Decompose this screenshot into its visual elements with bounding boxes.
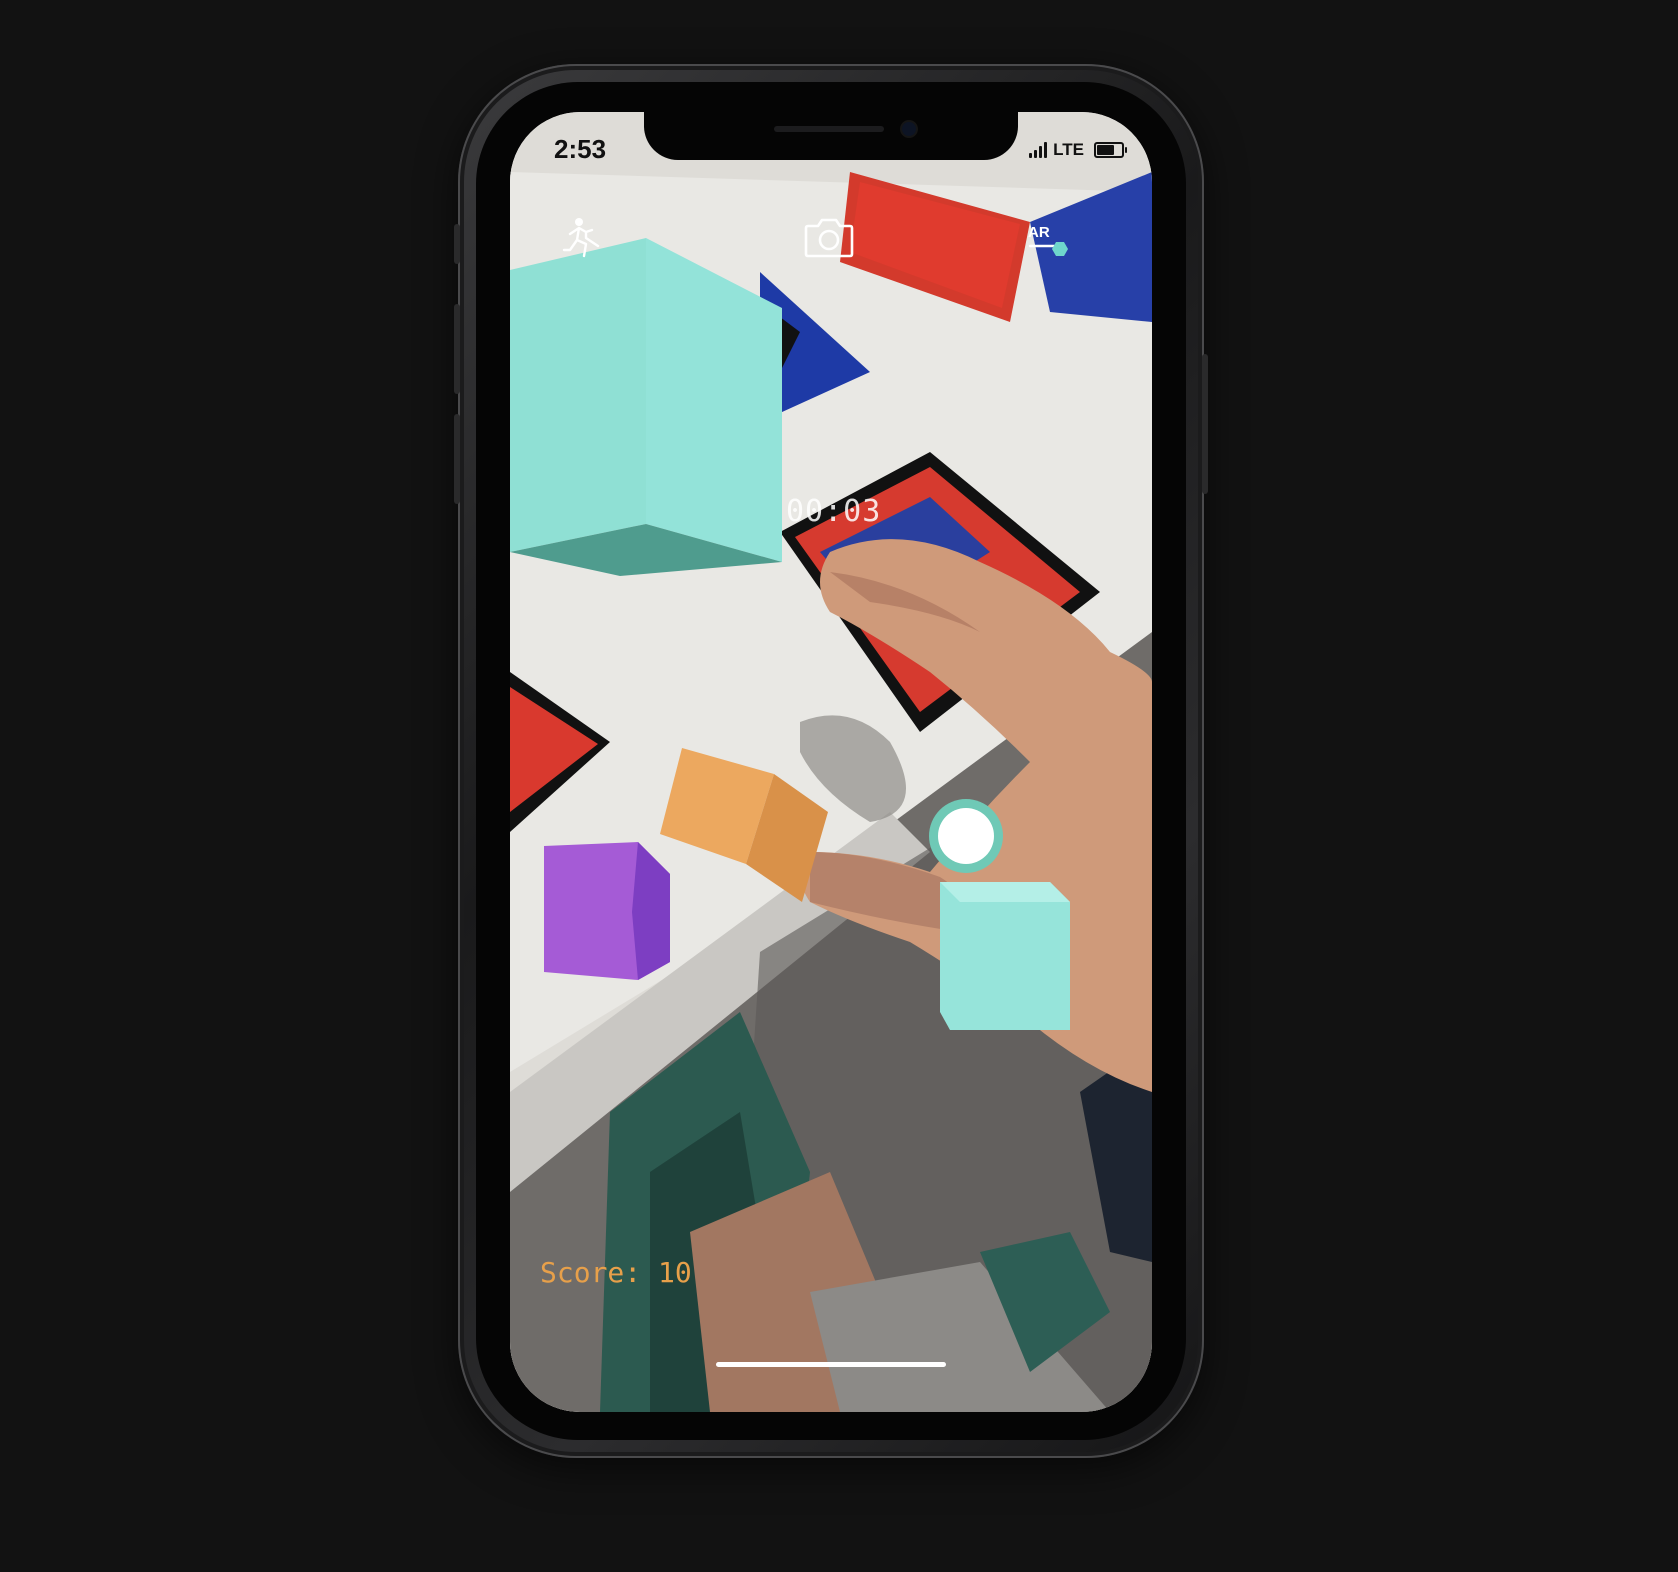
cube-teal-large[interactable] <box>510 238 782 576</box>
status-time: 2:53 <box>554 134 607 164</box>
notch <box>644 112 1018 160</box>
mute-switch <box>454 224 460 264</box>
phone-screen[interactable]: 2:53 LTE AR 00:03 Score: 10 <box>510 112 1152 1412</box>
battery-icon <box>1094 142 1127 158</box>
cube-orange[interactable] <box>660 748 828 902</box>
game-timer: 00:03 <box>786 494 882 529</box>
earpiece-speaker <box>774 126 884 132</box>
home-indicator[interactable] <box>716 1362 946 1367</box>
cube-teal-small[interactable] <box>940 882 1070 1030</box>
ar-objects-layer <box>510 238 1070 1030</box>
ar-toggle-icon[interactable] <box>1028 240 1072 266</box>
volume-up-button <box>454 304 460 394</box>
volume-down-button <box>454 414 460 504</box>
score-label: Score: 10 <box>540 1256 692 1289</box>
aim-reticle-icon[interactable] <box>938 808 994 864</box>
camera-icon[interactable] <box>804 216 854 258</box>
signal-icon <box>1029 142 1048 158</box>
network-label: LTE <box>1053 140 1084 159</box>
ar-label: AR <box>1028 224 1050 241</box>
battery-level-fill <box>1097 145 1114 155</box>
power-button <box>1202 354 1208 494</box>
app-stage: 2:53 LTE AR 00:03 Score: 10 <box>0 0 1678 1572</box>
phone-frame: 2:53 LTE AR 00:03 Score: 10 <box>454 64 1208 1458</box>
front-camera <box>902 122 916 136</box>
running-person-icon[interactable] <box>562 216 606 260</box>
status-indicators: LTE <box>1029 140 1127 160</box>
cube-purple[interactable] <box>544 842 670 980</box>
